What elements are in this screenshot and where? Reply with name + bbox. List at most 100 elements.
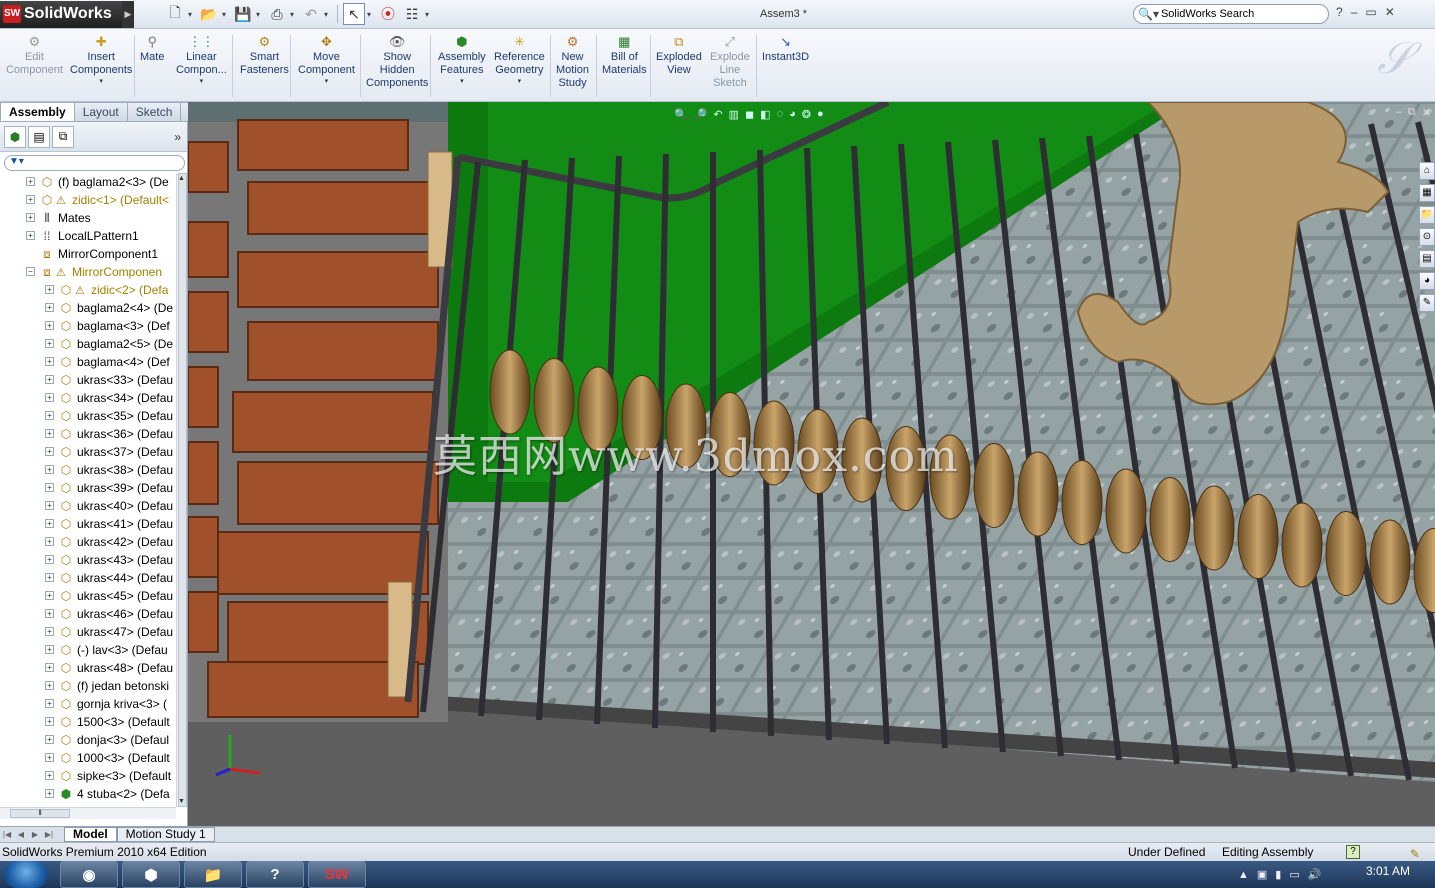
tree-node[interactable]: + ⬡ baglama<4> (Def — [0, 353, 176, 371]
close-icon[interactable]: ✕ — [1385, 5, 1395, 19]
prev-tab-icon[interactable]: ◀ — [14, 828, 28, 842]
help-app-icon[interactable]: ? — [246, 861, 304, 888]
undo-icon[interactable]: ↶ — [300, 3, 322, 25]
filter-icon[interactable]: ▼▾ — [9, 156, 24, 167]
viewport-close-icon[interactable]: ✕ — [1422, 106, 1431, 119]
expand-icon[interactable]: + — [45, 339, 54, 348]
start-button[interactable] — [4, 861, 48, 888]
tree-node[interactable]: + ⬡ gornja kriva<3> ( — [0, 695, 176, 713]
design-library-icon[interactable]: ▦ — [1419, 184, 1435, 202]
tree-node[interactable]: + ⬡ ukras<36> (Defau — [0, 425, 176, 443]
hide-show-icon[interactable]: ◌ — [777, 108, 784, 121]
dropdown-arrow-icon[interactable]: ▾ — [200, 77, 204, 86]
section-view-icon[interactable]: ▥ — [729, 108, 739, 121]
expand-icon[interactable]: + — [45, 573, 54, 582]
expand-icon[interactable]: + — [45, 753, 54, 762]
mate-button[interactable]: ⚲ Mate — [140, 32, 164, 64]
help-icon[interactable]: ? — [1336, 5, 1343, 19]
feature-manager-tab-icon[interactable]: ⬢ — [4, 125, 26, 148]
expand-icon[interactable]: + — [26, 177, 35, 186]
tab-model[interactable]: Model — [64, 827, 117, 842]
view-palette-icon[interactable]: ▤ — [1419, 250, 1435, 268]
tree-node[interactable]: + ⬡ (-) lav<3> (Defau — [0, 641, 176, 659]
print-dropdown-icon[interactable]: ▾ — [290, 10, 298, 19]
expand-icon[interactable]: + — [45, 357, 54, 366]
zoom-area-icon[interactable]: 🔎 — [694, 108, 708, 121]
expand-icon[interactable]: + — [45, 663, 54, 672]
tree-node[interactable]: + ⬡ ⚠ zidic<2> (Defa — [0, 281, 176, 299]
tree-node[interactable]: + ⬡ ukras<34> (Defau — [0, 389, 176, 407]
first-tab-icon[interactable]: |◀ — [0, 828, 14, 842]
tree-node[interactable]: + ⬡ baglama2<4> (De — [0, 299, 176, 317]
custom-properties-icon[interactable]: ✎ — [1419, 294, 1435, 312]
search-box[interactable]: 🔍▾ SolidWorks Search — [1133, 4, 1329, 24]
volume-icon[interactable]: 🔊 — [1308, 868, 1322, 881]
undo-dropdown-icon[interactable]: ▾ — [324, 10, 332, 19]
tree-filter[interactable]: ▼▾ — [4, 155, 185, 171]
tree-node[interactable]: + ⬡ donja<3> (Defaul — [0, 731, 176, 749]
chrome-icon[interactable]: ◉ — [60, 861, 118, 888]
zoom-to-fit-icon[interactable]: 🔍 — [674, 108, 688, 121]
tree-node[interactable]: + ⬡ ukras<46> (Defau — [0, 605, 176, 623]
smart-fasteners-button[interactable]: ⚙ Smart Fasteners — [240, 32, 289, 77]
tree-node[interactable]: + ⫴ Mates — [0, 209, 176, 227]
file-explorer-icon[interactable]: 📁 — [1419, 206, 1435, 224]
tree-node[interactable]: − ⧈ ⚠ MirrorComponen — [0, 263, 176, 281]
last-tab-icon[interactable]: ▶| — [42, 828, 56, 842]
instant3d-button[interactable]: ↘ Instant3D — [762, 32, 809, 64]
expand-icon[interactable]: + — [45, 591, 54, 600]
expand-icon[interactable]: + — [45, 645, 54, 654]
new-motion-study-button[interactable]: ⚙ New Motion Study — [556, 32, 589, 90]
tree-node[interactable]: + ⬡ (f) baglama2<3> (De — [0, 173, 176, 191]
expand-icon[interactable]: + — [45, 537, 54, 546]
expand-icon[interactable]: + — [45, 447, 54, 456]
view-settings-icon[interactable]: ● — [817, 108, 824, 121]
expand-icon[interactable]: + — [45, 321, 54, 330]
tree-vertical-scrollbar[interactable]: ▲ ▼ — [176, 173, 187, 807]
assembly-features-button[interactable]: ⬢ Assembly Features ▾ — [438, 32, 486, 86]
collapse-icon[interactable]: − — [26, 267, 35, 276]
exploded-view-button[interactable]: ⧉ Exploded View — [656, 32, 702, 77]
app-logo[interactable]: SW SolidWorks — [0, 0, 122, 28]
view-orientation-icon[interactable]: ◼ — [745, 108, 754, 121]
expand-icon[interactable]: + — [45, 285, 54, 294]
tray-device-icon[interactable]: ▮ — [1275, 868, 1281, 881]
insert-components-button[interactable]: ✚ Insert Components ▾ — [70, 32, 132, 86]
app-icon[interactable]: ⬢ — [122, 861, 180, 888]
expand-icon[interactable]: + — [45, 789, 54, 798]
tree-node[interactable]: + ⬡ (f) jedan betonski — [0, 677, 176, 695]
save-dropdown-icon[interactable]: ▾ — [256, 10, 264, 19]
save-icon[interactable]: 💾 — [232, 3, 254, 25]
expand-icon[interactable]: + — [45, 483, 54, 492]
restore-icon[interactable]: ▭ — [1365, 5, 1376, 19]
expand-icon[interactable]: + — [45, 375, 54, 384]
move-component-button[interactable]: ✥ Move Component ▾ — [298, 32, 355, 86]
graphics-area[interactable]: 🔍 🔎 ↶ ▥ ◼ ◧ ◌ ◕ ❂ ● – ⧉ ✕ ⌂ ▦ 📁 ⊙ ▤ ◕ ✎ … — [188, 102, 1435, 826]
dropdown-arrow-icon[interactable]: ▾ — [325, 77, 329, 86]
tree-node[interactable]: + ⬡ ukras<41> (Defau — [0, 515, 176, 533]
tree-node[interactable]: + ⬢ 4 stuba<2> (Defa — [0, 785, 176, 803]
tree-node[interactable]: + ⬡ ukras<37> (Defau — [0, 443, 176, 461]
expand-icon[interactable]: + — [26, 231, 35, 240]
expand-icon[interactable]: + — [45, 699, 54, 708]
tree-node[interactable]: + ⬡ ukras<45> (Defau — [0, 587, 176, 605]
configuration-manager-tab-icon[interactable]: ⧉ — [52, 125, 74, 148]
tree-horizontal-scrollbar[interactable]: ⦀ — [0, 807, 176, 819]
traffic-light-icon[interactable]: ⦿ — [377, 3, 399, 25]
tree-node[interactable]: + ⬡ 1000<3> (Default — [0, 749, 176, 767]
scroll-down-icon[interactable]: ▼ — [178, 798, 185, 805]
tree-node[interactable]: + ⬡ ukras<44> (Defau — [0, 569, 176, 587]
expand-icon[interactable]: + — [45, 771, 54, 780]
expand-icon[interactable]: + — [45, 465, 54, 474]
solidworks-taskbar-icon[interactable]: SW — [308, 861, 366, 888]
tree-node[interactable]: + ⬡ baglama<3> (Def — [0, 317, 176, 335]
expand-icon[interactable]: + — [45, 627, 54, 636]
expand-icon[interactable]: + — [45, 393, 54, 402]
tree-node[interactable]: + ⬡ 1500<3> (Default — [0, 713, 176, 731]
select-arrow-icon[interactable]: ↖ — [343, 3, 365, 25]
minimize-icon[interactable]: – — [1351, 5, 1358, 19]
dropdown-arrow-icon[interactable]: ▾ — [460, 77, 464, 86]
folder-icon[interactable]: 📁 — [184, 861, 242, 888]
expand-icon[interactable]: + — [26, 213, 35, 222]
linear-component-pattern-button[interactable]: ⋮⋮ Linear Compon... ▾ — [176, 32, 227, 86]
